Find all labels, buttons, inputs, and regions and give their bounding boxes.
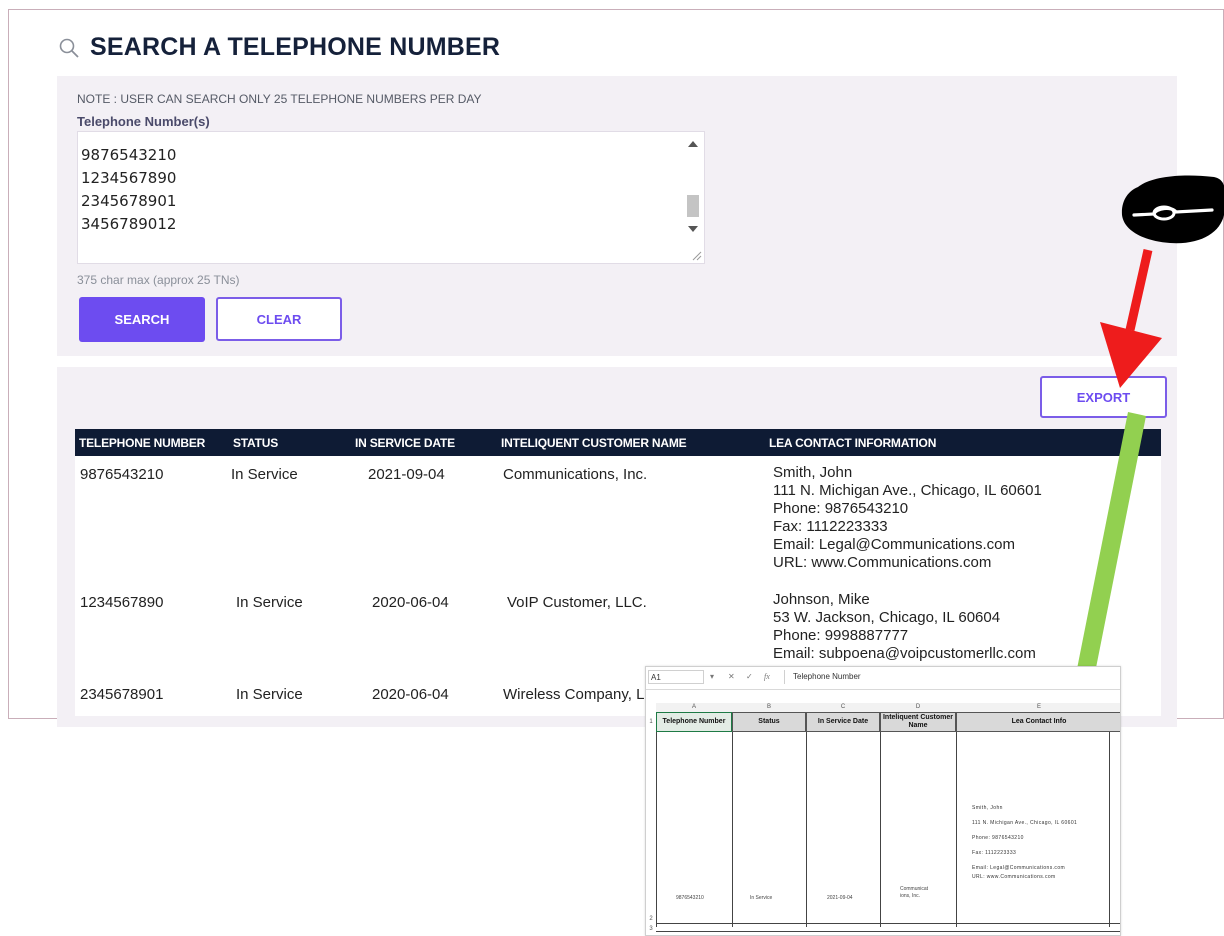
telephone-numbers-textarea[interactable]: 9876543210 1234567890 2345678901 3456789… xyxy=(77,131,705,264)
excel-lea-line: Fax: 1112223333 xyxy=(972,850,1017,856)
gridline xyxy=(732,732,733,927)
excel-lea-line: Smith, John xyxy=(972,805,1003,811)
excel-header-lea-contact[interactable]: Lea Contact Info xyxy=(956,712,1120,732)
lea-line: Phone: 9876543210 xyxy=(773,500,909,517)
lea-line: Phone: 9998887777 xyxy=(773,627,909,644)
formula-bar: A1 ▾ ✕ ✓ fx Telephone Number xyxy=(646,667,1120,690)
col-header-telephone-number[interactable]: TELEPHONE NUMBER xyxy=(79,436,205,450)
tn-line: 9876543210 xyxy=(81,146,177,164)
telephone-handset-icon xyxy=(1121,175,1224,244)
export-button[interactable]: EXPORT xyxy=(1040,376,1167,418)
results-table-header: TELEPHONE NUMBER STATUS IN SERVICE DATE … xyxy=(75,429,1161,456)
cell-customer-name: VoIP Customer, LLC. xyxy=(507,594,647,611)
row-number[interactable]: 1 xyxy=(646,719,656,725)
col-header-in-service-date[interactable]: IN SERVICE DATE xyxy=(355,436,455,450)
excel-cell-status[interactable]: In Service xyxy=(750,895,772,902)
lea-line: Johnson, Mike xyxy=(773,591,870,608)
telephone-numbers-label: Telephone Number(s) xyxy=(77,114,210,129)
lea-line: 53 W. Jackson, Chicago, IL 60604 xyxy=(773,609,1001,626)
lea-line: Email: Legal@Communications.com xyxy=(773,536,1015,553)
lea-line: Email: subpoena@voipcustomerllc.com xyxy=(773,645,1036,662)
gridline xyxy=(880,732,881,927)
excel-lea-line: Phone: 9876543210 xyxy=(972,835,1024,841)
page-title: SEARCH A TELEPHONE NUMBER xyxy=(58,33,500,62)
cell-telephone-number: 1234567890 xyxy=(80,594,164,611)
resize-grip-icon[interactable] xyxy=(690,249,702,261)
cell-lea-contact: Smith, John 111 N. Michigan Ave., Chicag… xyxy=(773,464,1042,572)
cell-telephone-number: 2345678901 xyxy=(80,686,164,703)
row-number[interactable]: 3 xyxy=(646,926,656,932)
page-title-text: SEARCH A TELEPHONE NUMBER xyxy=(90,33,501,61)
name-box[interactable]: A1 xyxy=(648,670,704,684)
excel-export-preview: A1 ▾ ✕ ✓ fx Telephone Number A B C D E 1… xyxy=(645,666,1121,936)
confirm-icon: ✓ xyxy=(746,672,753,681)
cell-in-service-date: 2020-06-04 xyxy=(372,594,449,611)
search-icon xyxy=(59,38,79,58)
lea-line: Smith, John xyxy=(773,464,853,481)
excel-cell-tn[interactable]: 9876543210 xyxy=(676,895,704,902)
tn-line: 3456789012 xyxy=(81,215,177,233)
cell-lea-contact: Johnson, Mike 53 W. Jackson, Chicago, IL… xyxy=(773,591,1036,663)
cell-status: In Service xyxy=(236,686,303,703)
gridline xyxy=(956,732,957,927)
excel-cell-customer[interactable]: Communicat ions, Inc. xyxy=(900,886,938,900)
lea-line: Fax: 1112223333 xyxy=(773,518,888,535)
gridline xyxy=(806,732,807,927)
excel-lea-line: 111 N. Michigan Ave., Chicago, IL 60601 xyxy=(972,820,1078,826)
col-header-customer-name[interactable]: INTELIQUENT CUSTOMER NAME xyxy=(501,436,687,450)
cell-customer-name: Wireless Company, L xyxy=(503,686,645,703)
cell-customer-name: Communications, Inc. xyxy=(503,466,648,483)
excel-lea-line: Email: Legal@Communications.com xyxy=(972,865,1066,871)
lea-line: URL: www.Communications.com xyxy=(773,554,992,571)
scroll-down-arrow-icon[interactable] xyxy=(688,226,698,232)
gridline xyxy=(1109,732,1110,927)
scroll-up-arrow-icon[interactable] xyxy=(688,141,698,147)
function-icon: fx xyxy=(764,672,770,681)
scrollbar-thumb[interactable] xyxy=(687,195,699,217)
col-header-status[interactable]: STATUS xyxy=(233,436,278,450)
excel-header-telephone-number[interactable]: Telephone Number xyxy=(656,712,732,732)
cell-in-service-date: 2020-06-04 xyxy=(372,686,449,703)
excel-lea-line: URL: www.Communications.com xyxy=(972,874,1056,880)
excel-header-status[interactable]: Status xyxy=(732,712,806,732)
cell-in-service-date: 2021-09-04 xyxy=(368,466,445,483)
char-limit-hint: 375 char max (approx 25 TNs) xyxy=(77,273,240,287)
lea-line: 111 N. Michigan Ave., Chicago, IL 60601 xyxy=(773,482,1042,499)
tn-line: 2345678901 xyxy=(81,192,177,210)
gridline xyxy=(656,931,1120,932)
cancel-icon: ✕ xyxy=(728,672,735,681)
cell-status: In Service xyxy=(236,594,303,611)
cell-telephone-number: 9876543210 xyxy=(80,466,164,483)
gridline xyxy=(656,732,657,927)
search-button[interactable]: SEARCH xyxy=(79,297,205,342)
row-number[interactable]: 2 xyxy=(646,916,656,922)
excel-cell-date[interactable]: 2021-09-04 xyxy=(827,895,853,902)
clear-button[interactable]: CLEAR xyxy=(216,297,342,341)
excel-header-customer-name[interactable]: Inteliquent Customer Name xyxy=(880,712,956,732)
excel-header-in-service-date[interactable]: In Service Date xyxy=(806,712,880,732)
excel-cell-lea[interactable]: Smith, John 111 N. Michigan Ave., Chicag… xyxy=(972,805,1082,889)
tn-line: 1234567890 xyxy=(81,169,177,187)
gridline xyxy=(656,923,1120,924)
dropdown-icon: ▾ xyxy=(710,672,715,681)
formula-input[interactable]: Telephone Number xyxy=(784,670,1120,684)
col-header-lea-contact[interactable]: LEA CONTACT INFORMATION xyxy=(769,436,936,450)
search-note: NOTE : USER CAN SEARCH ONLY 25 TELEPHONE… xyxy=(77,92,482,106)
textarea-scrollbar[interactable] xyxy=(682,132,704,263)
cell-status: In Service xyxy=(231,466,298,483)
textarea-content: 9876543210 1234567890 2345678901 3456789… xyxy=(81,144,176,236)
